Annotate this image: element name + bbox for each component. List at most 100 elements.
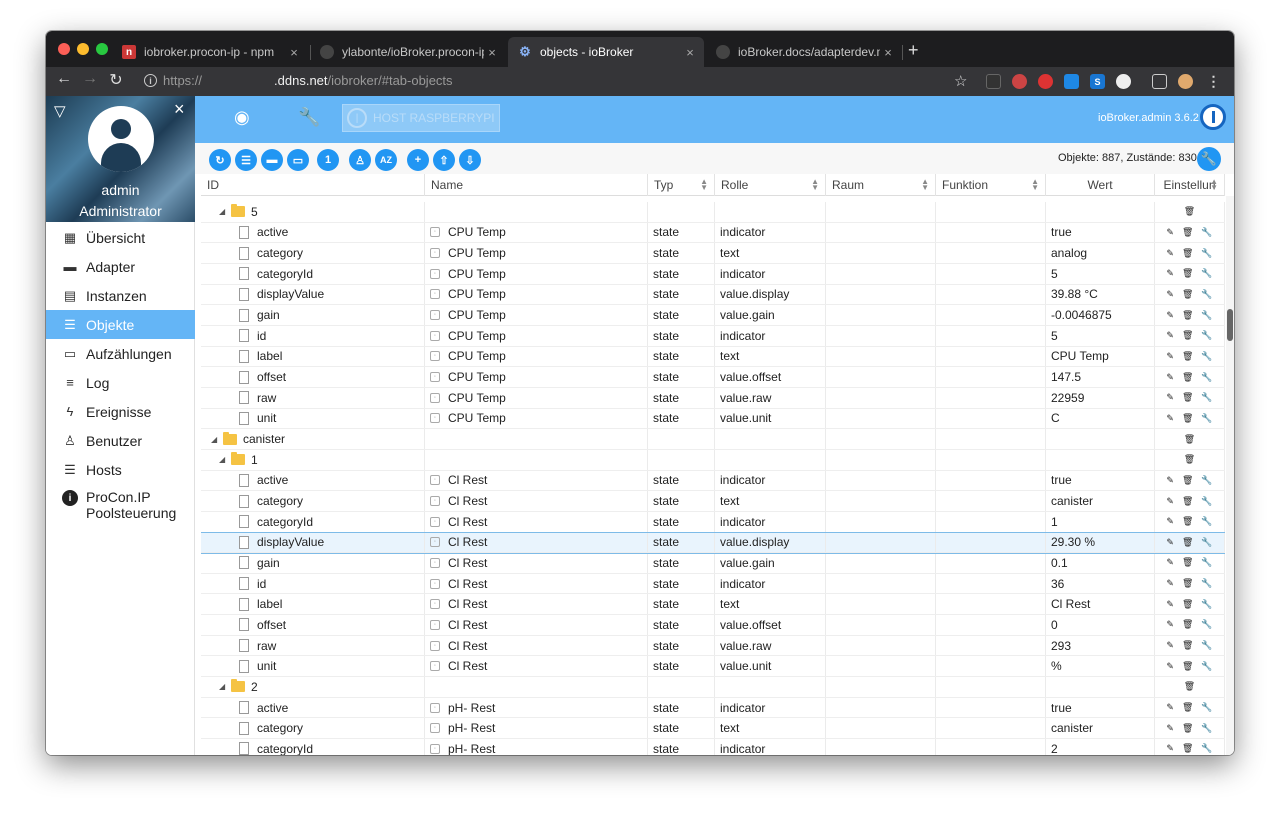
close-icon[interactable]: ×	[880, 45, 896, 60]
edit-icon[interactable]: ✎	[1166, 289, 1174, 300]
cell-raum[interactable]	[826, 718, 936, 739]
delete-icon[interactable]: 🗑	[1182, 578, 1193, 589]
cell-id[interactable]: ◢ 2	[201, 677, 425, 697]
sidebar-item-ereignisse[interactable]: ϟ Ereignisse	[46, 397, 195, 426]
delete-icon[interactable]: 🗑	[1182, 310, 1193, 321]
edit-icon[interactable]: ✎	[1166, 227, 1174, 238]
wrench-icon[interactable]: 🔧	[1201, 619, 1212, 630]
column-header-typ[interactable]: Typ ▲ ▼	[648, 174, 715, 196]
cell-raum[interactable]	[826, 243, 936, 263]
cell-id[interactable]: unit	[201, 656, 425, 677]
table-row[interactable]: label ◦ CPU Temp state text CPU Temp ✎ 🗑 🔧	[201, 346, 1225, 368]
cell-wert[interactable]: %	[1046, 656, 1155, 677]
edit-icon[interactable]: ✎	[1166, 578, 1174, 589]
wrench-icon[interactable]: 🔧	[298, 107, 320, 128]
delete-icon[interactable]: 🗑	[1184, 681, 1195, 692]
cell-id[interactable]: categoryId	[201, 739, 425, 755]
column-header-wert[interactable]: Wert	[1046, 174, 1155, 196]
cell-name[interactable]: ◦ pH- Rest	[425, 739, 648, 755]
wrench-icon[interactable]: 🔧	[1201, 496, 1212, 507]
cell-id[interactable]: active	[201, 222, 425, 243]
column-header-rolle[interactable]: Rolle ▲ ▼	[715, 174, 826, 196]
cell-name[interactable]: ◦ Cl Rest	[425, 511, 648, 532]
cell-id[interactable]: label	[201, 594, 425, 615]
cell-funktion[interactable]	[936, 615, 1046, 635]
cell-wert[interactable]: 29.30 %	[1046, 532, 1155, 553]
delete-icon[interactable]: 🗑	[1184, 206, 1195, 217]
wrench-icon[interactable]: 🔧	[1201, 227, 1212, 238]
delete-icon[interactable]: 🗑	[1182, 268, 1193, 279]
cell-funktion[interactable]	[936, 202, 1046, 222]
extension-ublock-icon[interactable]	[1038, 74, 1053, 89]
wrench-icon[interactable]: 🔧	[1201, 392, 1212, 403]
wrench-icon[interactable]: 🔧	[1201, 516, 1212, 527]
sidebar-item-hosts[interactable]: ☰ Hosts	[46, 455, 195, 484]
cell-id[interactable]: label	[201, 346, 425, 367]
cell-raum[interactable]	[826, 635, 936, 656]
person-button[interactable]: ♙	[349, 149, 371, 171]
cell-raum[interactable]	[826, 677, 936, 697]
cell-funktion[interactable]	[936, 449, 1046, 470]
address-bar[interactable]: https:// .ddns.net/iobroker/#tab-objects	[163, 73, 453, 88]
expand-arrow-icon[interactable]: ◢	[219, 207, 231, 216]
upload-button[interactable]: ⇧	[433, 149, 455, 171]
wrench-icon[interactable]: 🔧	[1201, 661, 1212, 672]
az-sort-button[interactable]: AZ	[375, 149, 397, 171]
refresh-button[interactable]: ↻	[209, 149, 231, 171]
delete-icon[interactable]: 🗑	[1182, 475, 1193, 486]
delete-icon[interactable]: 🗑	[1184, 454, 1195, 465]
table-row[interactable]: raw ◦ Cl Rest state value.raw 293 ✎ 🗑 🔧	[201, 635, 1225, 657]
cell-id[interactable]: categoryId	[201, 511, 425, 532]
wrench-icon[interactable]: 🔧	[1201, 723, 1212, 734]
cell-id[interactable]: displayValue	[201, 532, 425, 553]
cell-wert[interactable]: analog	[1046, 243, 1155, 263]
edit-icon[interactable]: ✎	[1166, 516, 1174, 527]
cell-funktion[interactable]	[936, 677, 1046, 697]
cell-name[interactable]: ◦ Cl Rest	[425, 470, 648, 491]
delete-icon[interactable]: 🗑	[1182, 516, 1193, 527]
folder-filled-button[interactable]: ▬	[261, 149, 283, 171]
browser-menu-icon[interactable]: ⋮	[1206, 73, 1221, 89]
cell-id[interactable]: ◢ 5	[201, 202, 425, 222]
delete-icon[interactable]: 🗑	[1182, 743, 1193, 754]
cell-funktion[interactable]	[936, 429, 1046, 449]
cell-raum[interactable]	[826, 470, 936, 491]
table-row[interactable]: unit ◦ Cl Rest state value.unit% ✎ 🗑 🔧	[201, 656, 1225, 678]
cell-name[interactable]: ◦ CPU Temp	[425, 346, 648, 367]
cell-funktion[interactable]	[936, 284, 1046, 305]
cell-wert[interactable]	[1046, 449, 1155, 470]
wrench-icon[interactable]: 🔧	[1201, 289, 1212, 300]
edit-icon[interactable]: ✎	[1166, 661, 1174, 672]
table-row[interactable]: categoryId ◦ CPU Temp state indicator 5 ✎ 🗑 🔧	[201, 263, 1225, 285]
edit-icon[interactable]: ✎	[1166, 557, 1174, 568]
table-row[interactable]: offset ◦ Cl Rest state value.offset 0 ✎ 🗑 🔧	[201, 615, 1225, 636]
delete-icon[interactable]: 🗑	[1182, 413, 1193, 424]
cell-name[interactable]: ◦ CPU Temp	[425, 387, 648, 408]
cell-name[interactable]	[425, 429, 648, 449]
cell-name[interactable]: ◦ Cl Rest	[425, 491, 648, 511]
cell-name[interactable]: ◦ pH- Rest	[425, 697, 648, 718]
sidebar-item-benutzer[interactable]: ♙ Benutzer	[46, 426, 195, 455]
extension-qr-icon[interactable]	[986, 74, 1001, 89]
close-window-button[interactable]	[58, 43, 70, 55]
cell-wert[interactable]: 0.1	[1046, 553, 1155, 573]
sidebar-item-aufzaehlungen[interactable]: ▭ Aufzählungen	[46, 339, 195, 368]
cell-name[interactable]: ◦ CPU Temp	[425, 263, 648, 284]
cell-name[interactable]: ◦ Cl Rest	[425, 532, 648, 553]
table-row[interactable]: id ◦ Cl Rest state indicator 36 ✎ 🗑 🔧	[201, 573, 1225, 595]
table-row[interactable]: offset ◦ CPU Temp state value.offset 147.5 ✎ 🗑 🔧	[201, 367, 1225, 388]
cell-raum[interactable]	[826, 739, 936, 755]
close-icon[interactable]: ×	[484, 45, 500, 60]
edit-icon[interactable]: ✎	[1166, 351, 1174, 362]
eye-icon[interactable]: ◉	[234, 107, 250, 128]
table-row[interactable]: gain ◦ Cl Rest state value.gain 0.1 ✎ 🗑 🔧	[201, 553, 1225, 574]
sidebar-item-uebersicht[interactable]: ▦ Übersicht	[46, 223, 195, 252]
host-selector[interactable]: | HOST RASPBERRYPI	[342, 104, 500, 132]
table-row[interactable]: category ◦ CPU Temp state text analog ✎ 🗑 🔧	[201, 243, 1225, 264]
cell-name[interactable]: ◦ Cl Rest	[425, 615, 648, 635]
wrench-icon[interactable]: 🔧	[1201, 413, 1212, 424]
delete-icon[interactable]: 🗑	[1182, 351, 1193, 362]
cell-funktion[interactable]	[936, 263, 1046, 284]
cell-name[interactable]: ◦ Cl Rest	[425, 635, 648, 656]
table-row[interactable]: category ◦ Cl Rest state text canister ✎ 🗑 🔧	[201, 491, 1225, 512]
